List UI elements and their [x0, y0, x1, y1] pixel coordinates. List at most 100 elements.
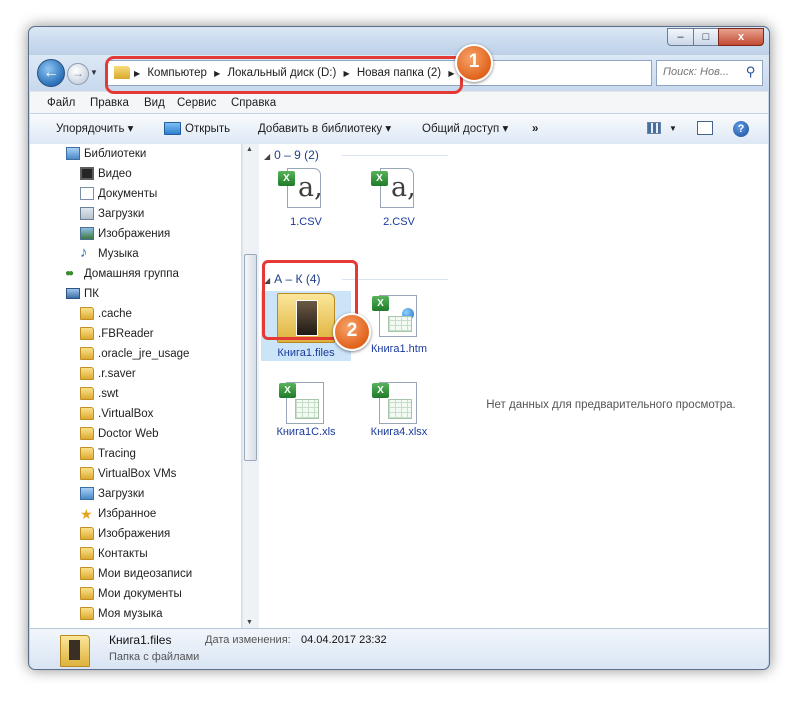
document-icon	[80, 187, 94, 200]
search-icon[interactable]: ⚲	[746, 64, 756, 80]
nav-tree-item[interactable]: Мои видеозаписи	[30, 564, 241, 584]
file-name: Книга4.xlsx	[370, 426, 428, 438]
folder-icon	[80, 467, 94, 480]
menu-help[interactable]: Справка	[231, 92, 276, 114]
nav-tree-item[interactable]: .FBReader	[30, 324, 241, 344]
file-name: 2.CSV	[383, 216, 415, 228]
file-item[interactable]: a, X 2.CSV	[354, 168, 444, 238]
title-bar[interactable]: – □ x	[29, 27, 769, 55]
organize-button[interactable]: Упорядочить ▾	[56, 114, 133, 144]
forward-button[interactable]: →	[67, 63, 89, 85]
images-folder-icon	[80, 527, 94, 540]
excel-icon: X	[372, 382, 417, 424]
nav-tree-label: ПК	[84, 288, 99, 300]
nav-tree-item[interactable]: Tracing	[30, 444, 241, 464]
nav-tree-label: Изображения	[98, 228, 171, 240]
nav-tree-label: Tracing	[98, 448, 136, 460]
downloads-icon	[80, 207, 94, 220]
file-name: Книга1С.xls	[276, 426, 336, 438]
help-icon[interactable]: ?	[733, 121, 749, 137]
file-item[interactable]: X Книга4.xlsx	[354, 382, 444, 442]
nav-tree-item[interactable]: VirtualBox VMs	[30, 464, 241, 484]
scroll-thumb[interactable]	[244, 254, 257, 461]
nav-tree-item[interactable]: .swt	[30, 384, 241, 404]
group-header[interactable]: ◢ 0 – 9 (2)	[264, 146, 448, 164]
folder-icon	[80, 427, 94, 440]
callout-badge-2: 2	[333, 313, 371, 351]
menu-view[interactable]: Вид	[144, 92, 165, 114]
navigation-pane: Библиотеки Видео Документы Загрузки Изображе…	[30, 144, 242, 628]
folder-icon	[80, 347, 94, 360]
navigation-scrollbar[interactable]: ▲ ▼	[242, 144, 259, 628]
nav-tree-item[interactable]: Контакты	[30, 544, 241, 564]
recent-pages-dropdown-icon[interactable]: ▼	[90, 68, 98, 77]
excel-html-icon: X	[372, 295, 417, 337]
video-icon	[80, 167, 94, 180]
nav-tree-item[interactable]: .r.saver	[30, 364, 241, 384]
back-button[interactable]: ←	[37, 59, 65, 87]
nav-tree-label: Видео	[98, 168, 132, 180]
search-input[interactable]	[663, 66, 745, 78]
nav-tree-item[interactable]: .oracle_jre_usage	[30, 344, 241, 364]
folder-icon	[80, 407, 94, 420]
nav-tree-item[interactable]: Музыка	[30, 243, 241, 264]
music-folder-icon	[80, 607, 94, 620]
maximize-button[interactable]: □	[693, 28, 719, 46]
add-to-library-button[interactable]: Добавить в библиотеку ▾	[258, 114, 391, 144]
nav-tree-item[interactable]: .cache	[30, 304, 241, 324]
nav-tree-label: Загрузки	[98, 208, 145, 220]
folder-icon	[60, 635, 90, 667]
preview-pane-icon[interactable]	[697, 121, 713, 135]
nav-tree-item[interactable]: Избранное	[30, 504, 241, 524]
nav-tree-item[interactable]: Изображения	[30, 524, 241, 544]
share-button[interactable]: Общий доступ ▾	[422, 114, 508, 144]
open-button[interactable]: Открыть	[164, 114, 230, 144]
nav-tree-item[interactable]: .VirtualBox	[30, 404, 241, 424]
csv-icon: a, X	[371, 168, 416, 208]
menu-file[interactable]: Файл	[47, 92, 75, 114]
nav-tree-item[interactable]: Домашняя группа	[30, 264, 241, 284]
address-highlight	[105, 56, 463, 94]
preview-empty-text: Нет данных для предварительного просмотр…	[486, 399, 736, 411]
nav-tree-item[interactable]: Документы	[30, 184, 241, 204]
excel-icon: X	[279, 382, 324, 424]
nav-tree-item[interactable]: Библиотеки	[30, 144, 241, 164]
menu-tools[interactable]: Сервис	[177, 92, 216, 114]
folder-icon	[80, 327, 94, 340]
nav-tree-item[interactable]: Изображения	[30, 224, 241, 244]
nav-tree-label: Домашняя группа	[84, 268, 179, 280]
nav-tree-label: .VirtualBox	[98, 408, 154, 420]
nav-tree-label: .oracle_jre_usage	[98, 348, 190, 360]
minimize-button[interactable]: –	[667, 28, 694, 46]
close-button[interactable]: x	[718, 28, 764, 46]
scroll-down-icon[interactable]: ▼	[246, 619, 253, 626]
folder-icon	[80, 367, 94, 380]
nav-tree-item[interactable]: Doctor Web	[30, 424, 241, 444]
more-commands-button[interactable]: »	[532, 114, 538, 144]
csv-icon: a, X	[278, 168, 323, 208]
nav-tree-item[interactable]: Моя музыка	[30, 604, 241, 624]
open-folder-icon	[164, 122, 181, 136]
nav-tree-label: Документы	[98, 188, 158, 200]
preview-pane: Нет данных для предварительного просмотр…	[454, 144, 768, 628]
nav-tree-item[interactable]: Загрузки	[30, 204, 241, 224]
scroll-up-icon[interactable]: ▲	[246, 146, 253, 153]
collapse-icon[interactable]: ◢	[264, 152, 270, 161]
folder-icon	[80, 307, 94, 320]
nav-tree-item[interactable]: Загрузки	[30, 484, 241, 504]
details-file-type: Папка с файлами	[109, 651, 200, 663]
file-item[interactable]: a, X 1.CSV	[261, 168, 351, 238]
command-bar: Упорядочить ▾ Открыть Добавить в библиот…	[30, 113, 768, 145]
menu-edit[interactable]: Правка	[90, 92, 129, 114]
music-icon	[80, 243, 94, 263]
nav-tree-item[interactable]: ПК	[30, 284, 241, 304]
downloads-folder-icon	[80, 487, 94, 500]
view-dropdown-icon[interactable]: ▼	[669, 114, 677, 144]
nav-tree-item[interactable]: Мои документы	[30, 584, 241, 604]
nav-tree-item[interactable]: Видео	[30, 164, 241, 184]
nav-tree-label: Моя музыка	[98, 608, 163, 620]
change-view-icon[interactable]	[647, 122, 661, 134]
menu-bar: Файл Правка Вид Сервис Справка	[30, 91, 768, 114]
file-item[interactable]: X Книга1С.xls	[261, 382, 351, 442]
search-box[interactable]: ⚲	[656, 60, 763, 86]
